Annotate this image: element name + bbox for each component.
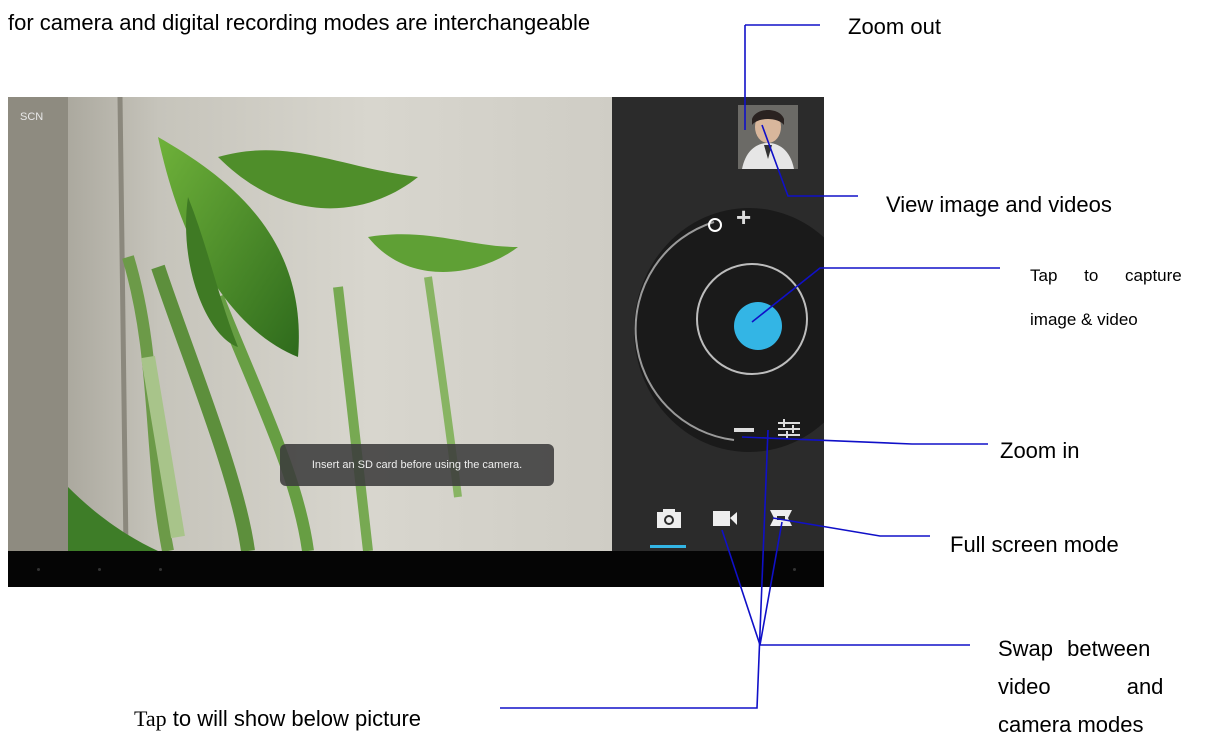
zoom-out-callout bbox=[744, 24, 820, 130]
tap-info-callout bbox=[500, 429, 769, 709]
callout-lines bbox=[500, 24, 1000, 709]
swap-callout bbox=[721, 521, 970, 646]
zoom-in-callout bbox=[741, 436, 988, 445]
callout-group bbox=[500, 24, 1000, 709]
capture-callout bbox=[751, 267, 1000, 323]
view-media-callout bbox=[761, 124, 858, 197]
full-screen-callout bbox=[772, 517, 930, 537]
